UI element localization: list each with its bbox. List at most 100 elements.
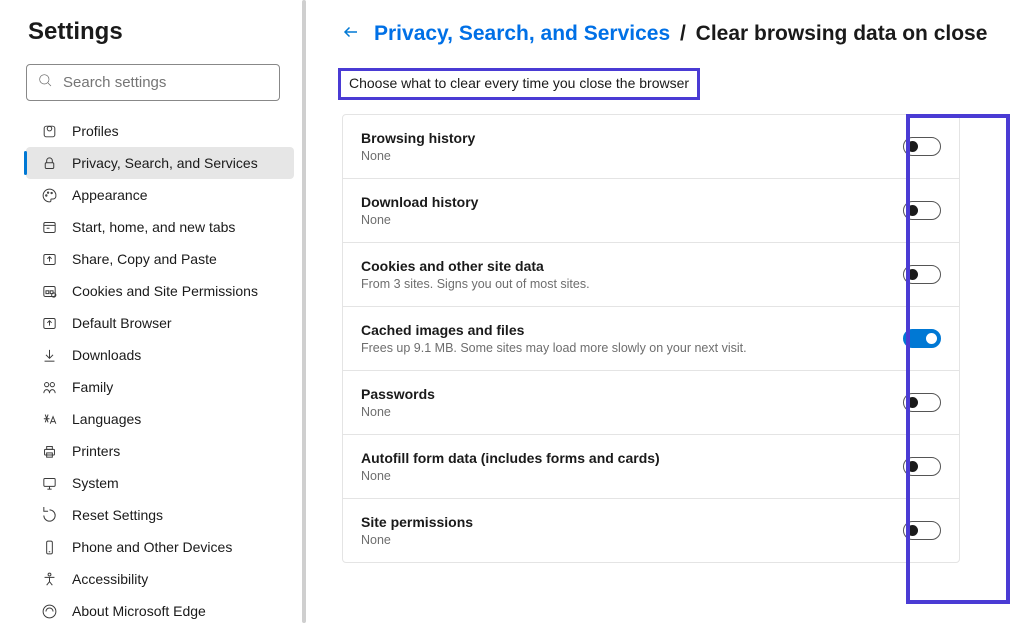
printers-icon [40, 442, 58, 460]
toggle-switch[interactable] [903, 521, 941, 540]
sidebar-item-downloads[interactable]: Downloads [26, 339, 294, 371]
row-desc: None [361, 213, 903, 227]
row-title: Passwords [361, 386, 903, 402]
clear-data-row: Passwords None [343, 371, 959, 435]
sidebar-item-default[interactable]: Default Browser [26, 307, 294, 339]
sidebar-item-label: Phone and Other Devices [72, 539, 232, 555]
sidebar-item-label: About Microsoft Edge [72, 603, 206, 619]
sidebar-item-label: Start, home, and new tabs [72, 219, 235, 235]
row-title: Site permissions [361, 514, 903, 530]
sidebar-item-label: Printers [72, 443, 120, 459]
back-button[interactable] [342, 23, 360, 46]
row-desc: From 3 sites. Signs you out of most site… [361, 277, 903, 291]
breadcrumb-separator: / [680, 22, 686, 45]
toggle-switch[interactable] [903, 201, 941, 220]
row-text: Cookies and other site data From 3 sites.… [361, 258, 903, 291]
sidebar-item-about[interactable]: About Microsoft Edge [26, 595, 294, 623]
sidebar-item-label: Cookies and Site Permissions [72, 283, 258, 299]
row-text: Passwords None [361, 386, 903, 419]
sidebar-item-start[interactable]: Start, home, and new tabs [26, 211, 294, 243]
breadcrumb-current: Clear browsing data on close [696, 22, 988, 45]
lock-icon [40, 154, 58, 172]
row-title: Cookies and other site data [361, 258, 903, 274]
sidebar-item-label: System [72, 475, 119, 491]
sidebar-item-label: Appearance [72, 187, 148, 203]
sidebar-item-lock[interactable]: Privacy, Search, and Services [26, 147, 294, 179]
row-title: Cached images and files [361, 322, 903, 338]
sidebar-scrollbar[interactable] [302, 0, 306, 623]
toggle-switch[interactable] [903, 457, 941, 476]
row-title: Download history [361, 194, 903, 210]
toggle-switch[interactable] [903, 393, 941, 412]
languages-icon [40, 410, 58, 428]
row-desc: Frees up 9.1 MB. Some sites may load mor… [361, 341, 903, 355]
downloads-icon [40, 346, 58, 364]
sidebar-item-appearance[interactable]: Appearance [26, 179, 294, 211]
breadcrumb: Privacy, Search, and Services / Clear br… [374, 22, 987, 46]
main-content: Privacy, Search, and Services / Clear br… [308, 0, 1026, 623]
content-wrap: Browsing history None Download history None… [342, 114, 996, 563]
toggle-switch[interactable] [903, 265, 941, 284]
subheader-text: Choose what to clear every time you clos… [338, 68, 700, 100]
sidebar-item-label: Reset Settings [72, 507, 163, 523]
start-icon [40, 218, 58, 236]
row-text: Site permissions None [361, 514, 903, 547]
sidebar-item-label: Default Browser [72, 315, 172, 331]
sidebar-item-label: Profiles [72, 123, 119, 139]
header-row: Privacy, Search, and Services / Clear br… [342, 22, 996, 46]
sidebar-item-languages[interactable]: Languages [26, 403, 294, 435]
system-icon [40, 474, 58, 492]
default-icon [40, 314, 58, 332]
reset-icon [40, 506, 58, 524]
sidebar-item-cookies[interactable]: Cookies and Site Permissions [26, 275, 294, 307]
sidebar: Settings Profiles Privacy, Search, and Se… [0, 0, 308, 623]
about-icon [40, 602, 58, 620]
sidebar-nav: Profiles Privacy, Search, and Services App… [26, 115, 294, 623]
sidebar-item-share[interactable]: Share, Copy and Paste [26, 243, 294, 275]
family-icon [40, 378, 58, 396]
row-desc: None [361, 149, 903, 163]
sidebar-item-printers[interactable]: Printers [26, 435, 294, 467]
settings-title: Settings [28, 18, 294, 46]
breadcrumb-parent[interactable]: Privacy, Search, and Services [374, 22, 670, 45]
sidebar-item-label: Family [72, 379, 113, 395]
sidebar-item-label: Share, Copy and Paste [72, 251, 217, 267]
search-settings-field[interactable] [26, 64, 280, 101]
clear-data-row: Download history None [343, 179, 959, 243]
clear-data-row: Browsing history None [343, 115, 959, 179]
sidebar-item-label: Languages [72, 411, 141, 427]
row-desc: None [361, 469, 903, 483]
phone-icon [40, 538, 58, 556]
row-desc: None [361, 405, 903, 419]
row-title: Autofill form data (includes forms and c… [361, 450, 903, 466]
clear-data-row: Autofill form data (includes forms and c… [343, 435, 959, 499]
sidebar-item-system[interactable]: System [26, 467, 294, 499]
sidebar-item-label: Accessibility [72, 571, 148, 587]
search-icon [37, 72, 53, 93]
sidebar-item-profiles[interactable]: Profiles [26, 115, 294, 147]
cookies-icon [40, 282, 58, 300]
sidebar-item-accessibility[interactable]: Accessibility [26, 563, 294, 595]
accessibility-icon [40, 570, 58, 588]
share-icon [40, 250, 58, 268]
clear-data-panel: Browsing history None Download history None… [342, 114, 960, 563]
row-text: Download history None [361, 194, 903, 227]
clear-data-row: Cookies and other site data From 3 sites.… [343, 243, 959, 307]
sidebar-item-family[interactable]: Family [26, 371, 294, 403]
clear-data-row: Site permissions None [343, 499, 959, 562]
row-text: Cached images and files Frees up 9.1 MB. … [361, 322, 903, 355]
sidebar-item-label: Privacy, Search, and Services [72, 155, 258, 171]
search-input[interactable] [63, 74, 269, 91]
toggle-switch[interactable] [903, 329, 941, 348]
sidebar-item-reset[interactable]: Reset Settings [26, 499, 294, 531]
row-desc: None [361, 533, 903, 547]
toggle-switch[interactable] [903, 137, 941, 156]
appearance-icon [40, 186, 58, 204]
sidebar-item-phone[interactable]: Phone and Other Devices [26, 531, 294, 563]
clear-data-row: Cached images and files Frees up 9.1 MB. … [343, 307, 959, 371]
row-text: Autofill form data (includes forms and c… [361, 450, 903, 483]
profiles-icon [40, 122, 58, 140]
row-title: Browsing history [361, 130, 903, 146]
sidebar-item-label: Downloads [72, 347, 141, 363]
row-text: Browsing history None [361, 130, 903, 163]
